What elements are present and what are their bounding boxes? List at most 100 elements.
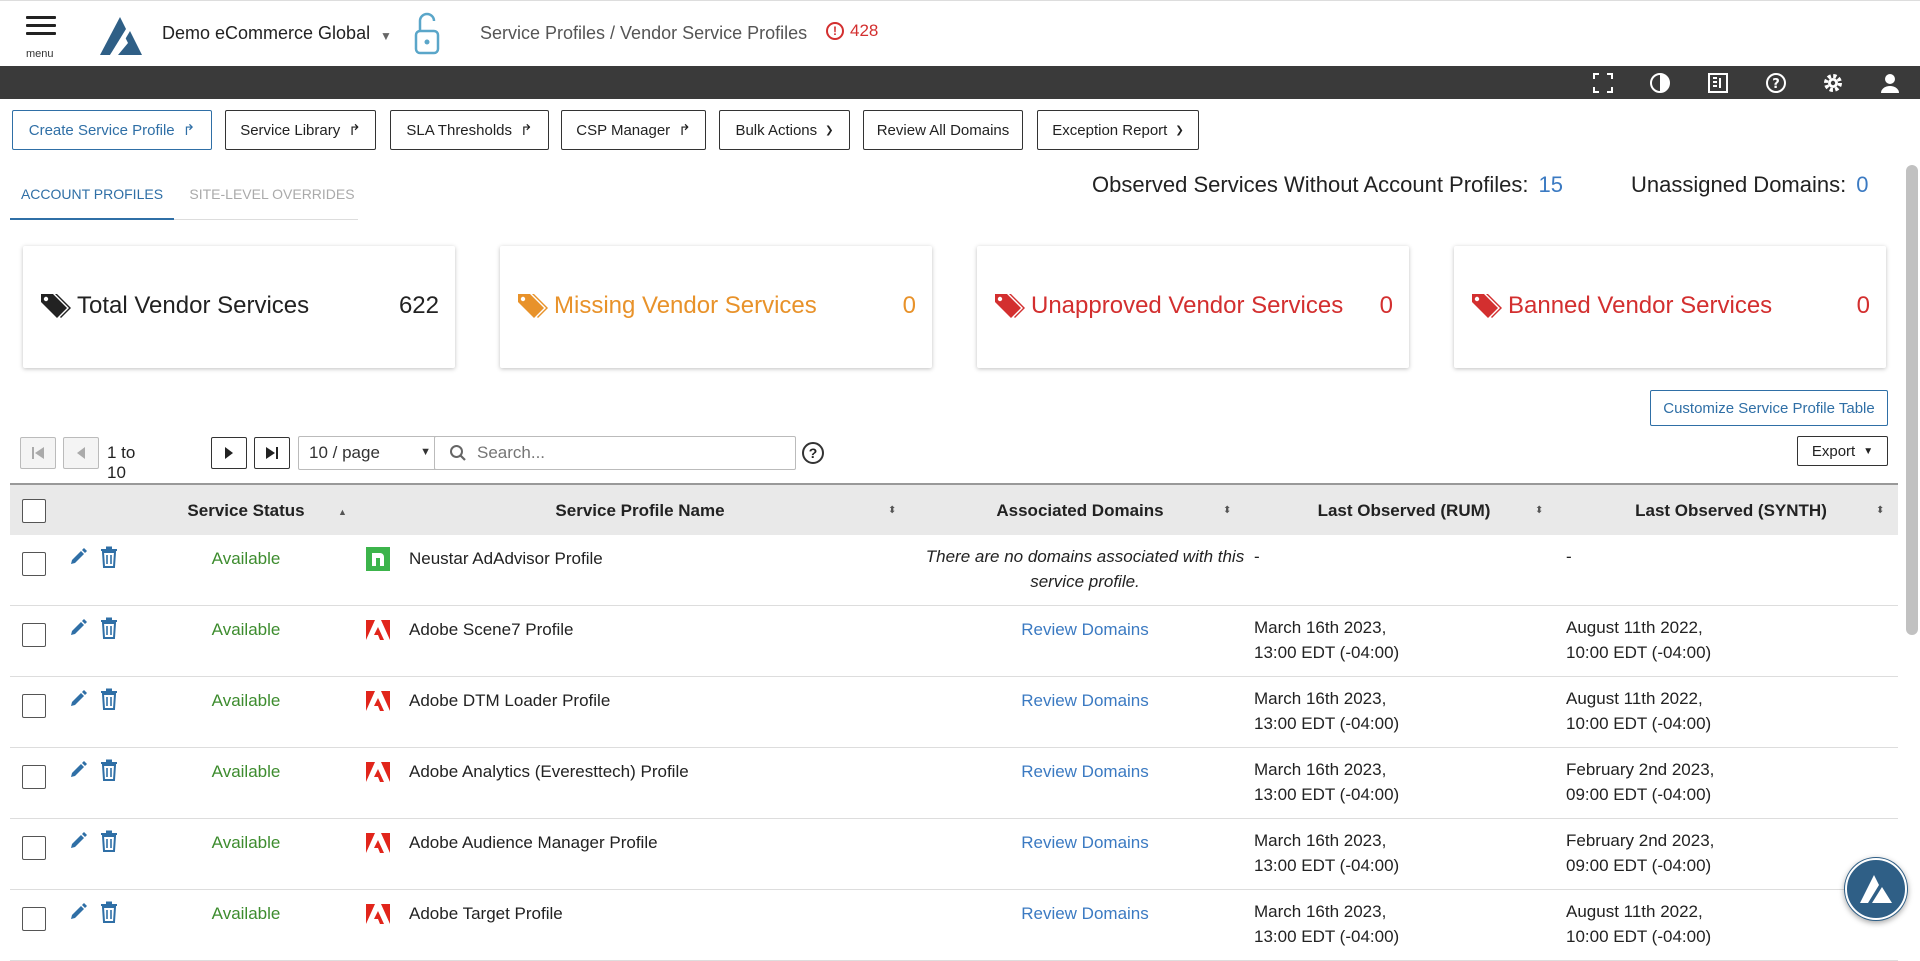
last-observed-synth: August 11th 2022, 10:00 EDT (-04:00) (1566, 686, 1711, 736)
docs-icon[interactable] (1706, 71, 1730, 95)
search-box[interactable] (434, 436, 796, 470)
review-domains-link[interactable]: Review Domains (915, 762, 1255, 782)
delete-trash-icon[interactable] (100, 546, 118, 568)
sort-icon[interactable]: ⬍ (1223, 505, 1231, 516)
next-page-button[interactable] (211, 437, 247, 469)
menu-button[interactable]: menu (22, 13, 62, 61)
customize-table-button[interactable]: Customize Service Profile Table (1650, 390, 1888, 426)
search-input[interactable] (477, 443, 777, 463)
table-row: Available Adobe Analytics (Everesttech) … (10, 748, 1898, 819)
service-library-button[interactable]: Service Library ↱ (225, 110, 376, 150)
select-all-checkbox[interactable] (22, 499, 46, 523)
sort-icon[interactable]: ⬍ (1535, 505, 1543, 516)
svg-text:?: ? (1772, 77, 1780, 92)
exception-report-dropdown[interactable]: Exception Report ❯ (1037, 110, 1199, 150)
service-profile-name: Adobe Audience Manager Profile (409, 833, 658, 852)
brand-logo-icon[interactable] (96, 13, 144, 57)
caret-down-icon[interactable]: ▼ (380, 29, 392, 43)
service-status: Available (211, 691, 281, 710)
service-status: Available (211, 762, 281, 781)
column-header-last-observed-rum[interactable]: Last Observed (RUM) (1254, 485, 1554, 537)
exception-report-label: Exception Report (1052, 121, 1168, 139)
row-checkbox[interactable] (22, 623, 46, 647)
synth-date: February 2nd 2023, (1566, 760, 1715, 779)
sort-asc-icon[interactable]: ▲ (338, 507, 347, 517)
tab-account-profiles[interactable]: ACCOUNT PROFILES (10, 176, 174, 220)
tab-site-level-overrides[interactable]: SITE-LEVEL OVERRIDES (186, 176, 358, 220)
brand-logo-icon (1845, 858, 1907, 920)
last-observed-synth: - (1566, 544, 1572, 569)
last-page-button[interactable] (254, 437, 290, 469)
adobe-logo-icon (366, 762, 390, 782)
sla-thresholds-button[interactable]: SLA Thresholds ↱ (390, 110, 549, 150)
column-header-associated-domains[interactable]: Associated Domains (915, 485, 1245, 537)
card-title: Missing Vendor Services (554, 292, 817, 319)
row-checkbox[interactable] (22, 836, 46, 860)
rum-date: March 16th 2023, (1254, 831, 1387, 850)
edit-pencil-icon[interactable] (68, 547, 88, 567)
row-checkbox[interactable] (22, 907, 46, 931)
synth-date: - (1566, 547, 1572, 566)
edit-pencil-icon[interactable] (68, 618, 88, 638)
edit-pencil-icon[interactable] (68, 760, 88, 780)
row-checkbox[interactable] (22, 694, 46, 718)
edit-pencil-icon[interactable] (68, 689, 88, 709)
gear-icon[interactable] (1821, 71, 1845, 95)
edit-pencil-icon[interactable] (68, 902, 88, 922)
delete-trash-icon[interactable] (100, 688, 118, 710)
sort-icon[interactable]: ⬍ (888, 505, 896, 516)
edit-pencil-icon[interactable] (68, 831, 88, 851)
column-header-service-status[interactable]: Service Status (136, 485, 356, 537)
delete-trash-icon[interactable] (100, 901, 118, 923)
search-help-icon[interactable]: ? (802, 442, 824, 464)
review-domains-link[interactable]: Review Domains (915, 620, 1255, 640)
export-dropdown[interactable]: Export ▼ (1797, 436, 1888, 466)
user-icon[interactable] (1878, 71, 1902, 95)
account-name[interactable]: Demo eCommerce Global (162, 23, 370, 44)
alert-icon: ! (826, 22, 844, 40)
fullscreen-icon[interactable] (1591, 71, 1615, 95)
create-service-profile-label: Create Service Profile (28, 121, 175, 139)
alert-indicator[interactable]: ! 428 (826, 21, 878, 41)
page-scrollbar[interactable] (1906, 165, 1918, 635)
per-page-select[interactable]: 10 / page ▼ (298, 436, 440, 470)
unlock-icon[interactable] (412, 9, 442, 57)
create-service-profile-button[interactable]: Create Service Profile ↱ (12, 110, 212, 150)
service-status: Available (211, 904, 281, 923)
review-all-domains-button[interactable]: Review All Domains (863, 110, 1023, 150)
unapproved-vendor-services-card[interactable]: Unapproved Vendor Services 0 (977, 246, 1409, 368)
banned-vendor-services-card[interactable]: Banned Vendor Services 0 (1454, 246, 1886, 368)
rum-date: - (1254, 547, 1260, 566)
previous-page-button[interactable] (63, 437, 99, 469)
sort-icon[interactable]: ⬍ (1876, 505, 1884, 516)
delete-trash-icon[interactable] (100, 759, 118, 781)
table-row: Available Adobe Target Profile Review Do… (10, 890, 1898, 961)
observed-services-count[interactable]: 15 (1539, 172, 1563, 197)
review-domains-link[interactable]: Review Domains (915, 833, 1255, 853)
help-icon[interactable]: ? (1764, 71, 1788, 95)
contrast-icon[interactable] (1648, 71, 1672, 95)
rum-date: March 16th 2023, (1254, 760, 1387, 779)
assistant-button[interactable] (1844, 857, 1908, 921)
table-row: Available Neustar AdAdvisor Profile Ther… (10, 535, 1898, 606)
first-page-button[interactable] (20, 437, 56, 469)
table-body: Available Neustar AdAdvisor Profile Ther… (10, 535, 1898, 961)
column-header-service-profile-name[interactable]: Service Profile Name (370, 485, 910, 537)
review-domains-link[interactable]: Review Domains (915, 691, 1255, 711)
service-profile-name: Adobe Scene7 Profile (409, 620, 574, 639)
review-all-domains-label: Review All Domains (876, 121, 1010, 139)
bulk-actions-dropdown[interactable]: Bulk Actions ❯ (719, 110, 850, 150)
csp-manager-button[interactable]: CSP Manager ↱ (561, 110, 706, 150)
service-status: Available (211, 620, 281, 639)
missing-vendor-services-card[interactable]: Missing Vendor Services 0 (500, 246, 932, 368)
column-header-last-observed-synth[interactable]: Last Observed (SYNTH) (1566, 485, 1896, 537)
delete-trash-icon[interactable] (100, 617, 118, 639)
delete-trash-icon[interactable] (100, 830, 118, 852)
service-library-label: Service Library (240, 121, 341, 139)
row-checkbox[interactable] (22, 765, 46, 789)
total-vendor-services-card[interactable]: Total Vendor Services 622 (23, 246, 455, 368)
unassigned-domains-count[interactable]: 0 (1856, 172, 1868, 197)
review-domains-link[interactable]: Review Domains (915, 904, 1255, 924)
row-checkbox[interactable] (22, 552, 46, 576)
last-observed-rum: - (1254, 544, 1260, 569)
